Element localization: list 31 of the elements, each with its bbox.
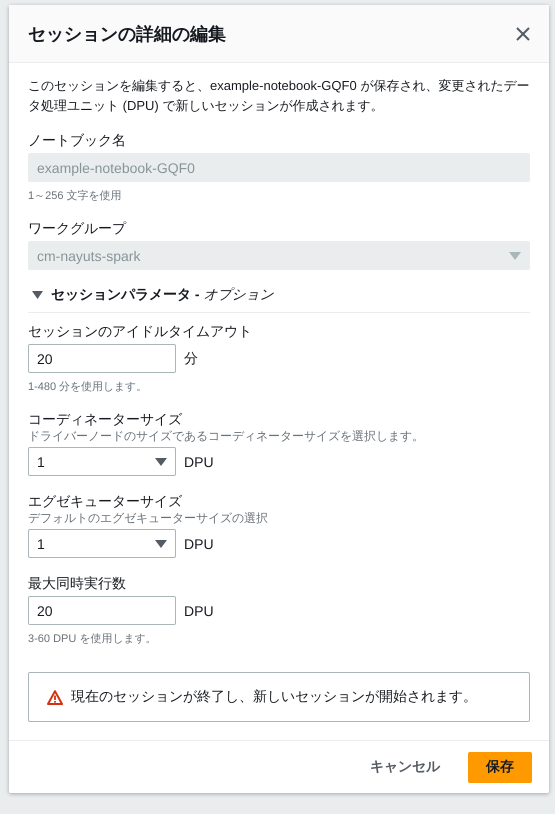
- dialog-title: セッションの詳細の編集: [28, 22, 226, 46]
- field-description: ドライバーノードのサイズであるコーディネーターサイズを選択します。: [28, 429, 424, 444]
- unit-label: DPU: [184, 602, 214, 618]
- text-field[interactable]: 20: [28, 344, 176, 373]
- dialog-description: このセッションを編集すると、example-notebook-GQF0 が保存され、変更されたデータ処理ユニット (DPU) で新しいセッションが作成されます。: [28, 77, 530, 115]
- expand-icon[interactable]: [32, 291, 43, 299]
- unit-label: DPU: [184, 536, 214, 552]
- save-button[interactable]: 保存: [468, 752, 532, 782]
- section-title[interactable]: セッションパラメータ - オプション: [51, 286, 274, 304]
- field-hint: 1-480 分を使用します。: [28, 380, 148, 394]
- text-field[interactable]: 20: [28, 596, 176, 625]
- warning-text: 現在のセッションが終了し、新しいセッションが開始されます。: [71, 688, 477, 706]
- field-label: 最大同時実行数: [28, 574, 126, 592]
- dropdown[interactable]: 1: [28, 447, 176, 476]
- field-hint: 1～256 文字を使用: [28, 188, 122, 203]
- field-label: エグゼキューターサイズ: [28, 492, 182, 510]
- field-label: セッションのアイドルタイムアウト: [28, 322, 252, 340]
- cancel-button[interactable]: キャンセル: [370, 752, 440, 782]
- caret-icon: [155, 458, 167, 466]
- dropdown[interactable]: 1: [28, 529, 176, 558]
- field-hint: 3-60 DPU を使用します。: [28, 632, 156, 646]
- field-description: デフォルトのエグゼキューターサイズの選択: [28, 511, 268, 526]
- unit-label: 分: [184, 350, 198, 368]
- close-icon[interactable]: [516, 26, 530, 40]
- field-label: ノートブック名: [28, 131, 126, 149]
- caret-icon: [155, 540, 167, 548]
- unit-label: DPU: [184, 454, 214, 470]
- field-label: コーディネーターサイズ: [28, 410, 182, 428]
- warning-icon: [47, 690, 63, 704]
- caret-icon: [509, 252, 521, 260]
- field-label: ワークグループ: [28, 219, 126, 237]
